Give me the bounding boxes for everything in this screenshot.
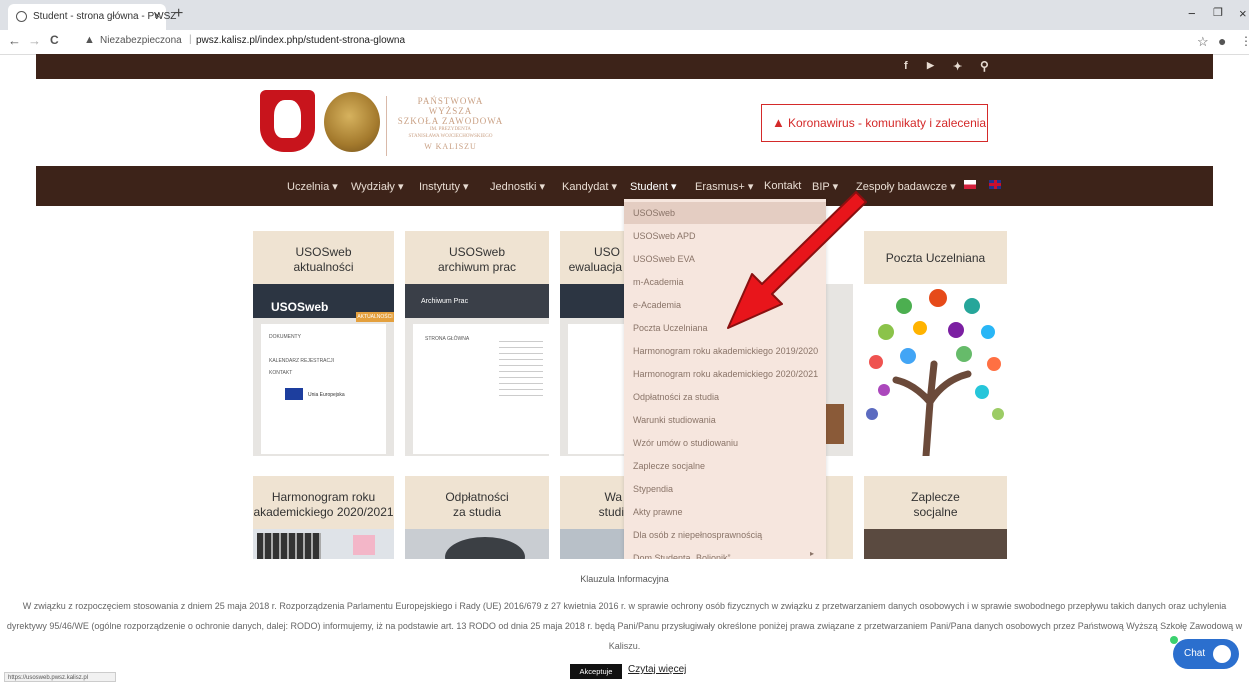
chat-button[interactable]: Chat (1170, 636, 1239, 669)
submenu-arrow-icon: ▸ (810, 549, 815, 558)
browser-menu-icon[interactable]: ⋮ (1240, 34, 1249, 48)
nav-item-student[interactable]: Student ▾ (630, 180, 677, 193)
dropdown-item-zaplecze-socjalne[interactable]: Zaplecze socjalne (624, 455, 826, 477)
tile-odplatnosci-za-studia[interactable]: Odpłatności za studia (405, 476, 549, 529)
warning-icon: ▲ (84, 34, 95, 46)
dropdown-item-niepelnosprawnosc[interactable]: Dla osób z niepełnosprawnością (624, 524, 826, 546)
read-more-link[interactable]: Czytaj więcej (628, 664, 686, 675)
accept-button[interactable]: Akceptuje (570, 664, 622, 679)
chat-label: Chat (1184, 648, 1206, 659)
site-top-bar (36, 54, 1213, 79)
coronavirus-alert-link[interactable]: ▲ Koronawirus - komunikaty i zalecenia (761, 104, 988, 142)
university-logo-text[interactable]: PAŃSTWOWA WYŻSZA SZKOŁA ZAWODOWA IM. PRE… (386, 96, 506, 156)
nav-item-kandydat[interactable]: Kandydat ▾ (562, 180, 617, 193)
nav-item-uczelnia[interactable]: Uczelnia ▾ (287, 180, 338, 193)
tile-hidden-row2[interactable] (826, 476, 853, 559)
tile-usosweb-archiwum-prac[interactable]: USOSweb archiwum prac (405, 231, 549, 284)
reload-button[interactable]: C (50, 33, 59, 47)
twitter-icon[interactable]: ✦ (953, 60, 962, 73)
polish-flag-icon[interactable] (964, 180, 976, 189)
nav-item-zespoly-badawcze[interactable]: Zespoły badawcze ▾ (856, 180, 956, 193)
nav-item-instytuty[interactable]: Instytuty ▾ (419, 180, 469, 193)
cookie-consent-bar: Klauzula Informacyjna W związku z rozpoc… (0, 559, 1249, 682)
browser-tab-bar (0, 0, 1249, 30)
tile-usosweb-ewaluacja-image[interactable] (560, 284, 624, 456)
dropdown-item-odplatnosci[interactable]: Odpłatności za studia (624, 386, 826, 408)
tile-usosweb-aktualnosci[interactable]: USOSweb aktualności (253, 231, 394, 284)
browser-tab[interactable]: Student - strona główna - PWSZ × (8, 4, 176, 30)
nav-item-wydzialy[interactable]: Wydziały ▾ (351, 180, 404, 193)
communication-tree-illustration (866, 289, 1004, 460)
dropdown-item-akty-prawne[interactable]: Akty prawne (624, 501, 826, 523)
tile-poczta-uczelniana[interactable]: Poczta Uczelniana (864, 231, 1007, 284)
profile-icon[interactable]: ● (1218, 33, 1226, 49)
tile-usosweb-archiwum-image[interactable]: Archiwum Prac STRONA GŁÓWNA (405, 284, 549, 456)
security-label: Niezabezpieczona (100, 35, 182, 46)
cookie-heading: Klauzula Informacyjna (580, 574, 669, 584)
coronavirus-alert-label: Koronawirus - komunikaty i zalecenia (788, 116, 987, 130)
forward-button[interactable]: → (28, 33, 41, 48)
youtube-icon[interactable]: ▶ (927, 60, 934, 71)
url-text: pwsz.kalisz.pl/index.php/student-strona-… (196, 35, 405, 46)
chat-bubble-icon (1213, 645, 1231, 663)
dropdown-item-warunki-studiowania[interactable]: Warunki studiowania (624, 409, 826, 431)
tile-odplatnosci-image[interactable] (405, 529, 549, 577)
search-icon[interactable]: ⚲ (980, 59, 989, 73)
tile-usosweb-ewaluacja[interactable]: USO ewaluacja (560, 231, 624, 284)
globe-icon (16, 11, 27, 22)
warning-icon: ▲ (772, 115, 785, 130)
bookmark-star-icon[interactable]: ☆ (1197, 34, 1209, 50)
nav-item-jednostki[interactable]: Jednostki ▾ (490, 180, 545, 193)
tile-zaplecze-image[interactable] (864, 529, 1007, 559)
new-tab-button[interactable]: + (174, 5, 183, 23)
cookie-text: W związku z rozpoczęciem stosowania z dn… (6, 601, 1243, 651)
omnibox-divider: | (189, 34, 192, 45)
tile-poczta-uczelniana-image[interactable] (864, 284, 1007, 460)
uk-flag-icon[interactable] (989, 180, 1001, 189)
tile-warunki-image[interactable] (560, 529, 624, 559)
tile-harmonogram-image[interactable] (253, 529, 394, 559)
tile-usosweb-aktualnosci-image[interactable]: USOSweb AKTUALNOŚCI DOKUMENTY KALENDARZ … (253, 284, 394, 456)
dropdown-item-wzor-umow[interactable]: Wzór umów o studiowaniu (624, 432, 826, 454)
omnibox[interactable]: ▲ Niezabezpieczona | pwsz.kalisz.pl/inde… (76, 33, 1186, 51)
university-seal (324, 92, 380, 152)
dropdown-item-dom-studenta[interactable]: Dom Studenta „Bolionik” (624, 547, 826, 559)
dropdown-item-stypendia[interactable]: Stypendia (624, 478, 826, 500)
restore-button[interactable]: ❐ (1213, 6, 1223, 19)
back-button[interactable]: ← (8, 33, 21, 48)
window-close-button[interactable]: × (1239, 6, 1247, 21)
tab-close-icon[interactable]: × (154, 10, 160, 22)
online-indicator (1170, 636, 1178, 644)
facebook-icon[interactable]: f (904, 60, 908, 72)
polish-eagle-emblem (260, 90, 315, 152)
dropdown-item-harmonogram-2019-2020[interactable]: Harmonogram roku akademickiego 2019/2020 (624, 340, 826, 362)
tile-warunki-studiowania[interactable]: Wa studi (560, 476, 624, 529)
dropdown-item-harmonogram-2020-2021[interactable]: Harmonogram roku akademickiego 2020/2021 (624, 363, 826, 385)
tile-harmonogram-2020-2021[interactable]: Harmonogram roku akademickiego 2020/2021 (253, 476, 394, 529)
status-bar-url: https://usosweb.pwsz.kalisz.pl (4, 672, 116, 682)
tile-zaplecze-socjalne[interactable]: Zaplecze socjalne (864, 476, 1007, 529)
minimize-button[interactable]: − (1188, 6, 1196, 21)
red-arrow-annotation (727, 191, 867, 329)
